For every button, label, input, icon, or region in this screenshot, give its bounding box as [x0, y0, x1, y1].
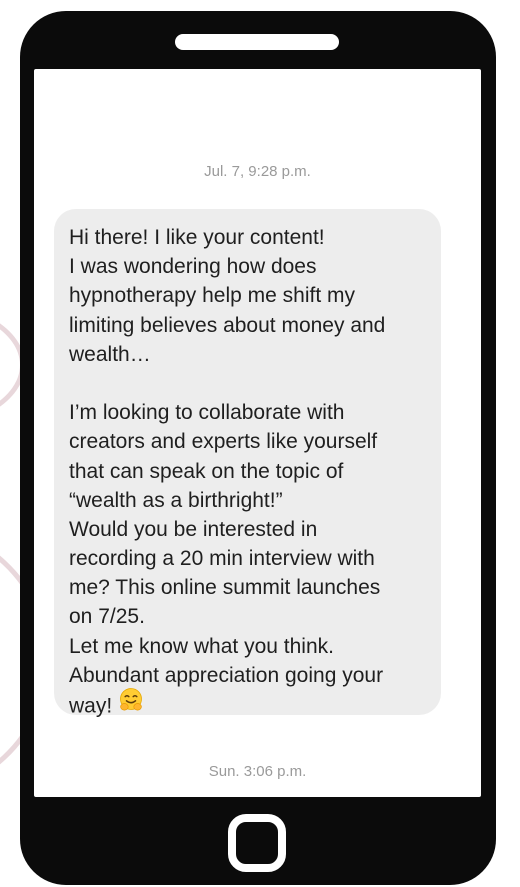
message-line: recording a 20 min interview with	[69, 547, 375, 571]
home-button[interactable]	[228, 814, 286, 872]
message-line: creators and experts like yourself	[69, 430, 378, 454]
message-line: I’m looking to collaborate with	[69, 401, 345, 425]
graphic-canvas: Jul. 7, 9:28 p.m. Hi there! I like your …	[0, 0, 520, 887]
message-line-text: way!	[69, 694, 113, 718]
message-line: Would you be interested in	[69, 517, 318, 541]
phone-speaker	[175, 34, 339, 50]
message-line: Hi there! I like your content!	[69, 226, 325, 249]
message-line: wealth…	[69, 342, 151, 366]
phone-screen: Jul. 7, 9:28 p.m. Hi there! I like your …	[34, 69, 481, 797]
message-line: I was wondering how does	[69, 255, 317, 279]
message-line: “wealth as a birthright!”	[69, 488, 283, 512]
message-line: that can speak on the topic of	[69, 459, 344, 483]
message-line: me? This online summit launches	[69, 576, 381, 600]
hugging-face-icon	[118, 687, 144, 721]
message-timestamp-last: Sun. 3:06 p.m.	[208, 763, 307, 780]
message-line: limiting believes about money and	[69, 313, 386, 337]
message-line: on 7/25.	[69, 605, 145, 629]
phone-frame: Jul. 7, 9:28 p.m. Hi there! I like your …	[20, 11, 496, 885]
message-bubble[interactable]: Hi there! I like your content! I was won…	[54, 209, 441, 718]
message-line: Let me know what you think.	[69, 634, 334, 658]
message-timestamp-first: Jul. 7, 9:28 p.m.	[204, 163, 311, 180]
message-line: hypnotherapy help me shift my	[69, 284, 355, 308]
message-line: Abundant appreciation going your	[69, 663, 384, 687]
message-last-line: way!	[69, 687, 426, 721]
